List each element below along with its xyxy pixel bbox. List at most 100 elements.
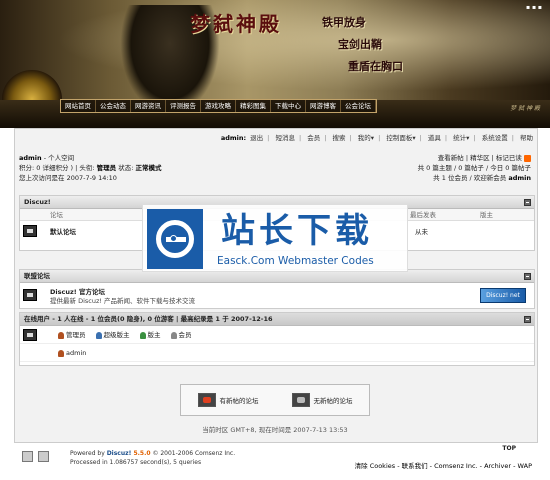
user-name[interactable]: admin bbox=[19, 154, 42, 162]
member-count: 共 1 位会员 / 欢迎新会员 bbox=[433, 174, 509, 182]
online-title[interactable]: 在线用户 - 1 人在线 - 1 位会员(0 隐身), 0 位游客 | 最高纪录… bbox=[24, 315, 273, 323]
slogan-1: 铁甲放身 bbox=[322, 16, 366, 29]
top-nav: 网站首页 公会动态 网游资讯 评测报告 游戏攻略 精彩图集 下载中心 网游博客 … bbox=[60, 99, 377, 113]
toolbar-logout[interactable]: 退出 bbox=[248, 134, 265, 142]
last-visit: 您上次访问是在 2007-7-9 14:10 bbox=[19, 174, 117, 182]
processed-info: Processed in 1.086757 second(s), 5 queri… bbox=[70, 459, 202, 466]
online-user-row: admin bbox=[20, 344, 534, 362]
col-last-post: 最后发表 bbox=[410, 211, 436, 219]
legend-member-label: 会员 bbox=[178, 331, 192, 339]
section-alliance: 联盟论坛 Discuz! 官方论坛 提供最新 Discuz! 产品新闻、软件下载… bbox=[19, 269, 535, 309]
legend-supermod-label: 超级版主 bbox=[103, 331, 130, 339]
toolbar-search[interactable]: 搜索 bbox=[331, 134, 348, 142]
nav-reviews[interactable]: 评测报告 bbox=[166, 100, 201, 112]
time-info: 当前时区 GMT+8, 现在时间是 2007-7-13 13:53 bbox=[202, 426, 348, 434]
user-admin-icon bbox=[58, 349, 64, 357]
watermark-subtitle: Easck.Com Webmaster Codes bbox=[217, 255, 374, 267]
toolbar-user: admin: bbox=[220, 134, 247, 142]
forum-icon bbox=[23, 225, 37, 237]
online-header: 在线用户 - 1 人在线 - 1 位会员(0 隐身), 0 位游客 | 最高纪录… bbox=[20, 313, 534, 326]
collapse-icon[interactable] bbox=[524, 316, 531, 323]
user-space-link[interactable]: - 个人空间 bbox=[44, 154, 74, 162]
watermark-title: 站长下载 bbox=[221, 211, 373, 251]
nav-forum[interactable]: 公会论坛 bbox=[341, 100, 376, 112]
banner-signature: 梦 弑 神 殿 bbox=[510, 105, 540, 112]
footer-icons bbox=[22, 451, 49, 462]
toolbar-mine[interactable]: 我的▾ bbox=[356, 134, 376, 142]
nav-gallery[interactable]: 精彩图集 bbox=[236, 100, 271, 112]
toolbar-settings[interactable]: 系统设置 bbox=[480, 134, 510, 142]
toolbar-members[interactable]: 会员 bbox=[305, 134, 322, 142]
legend-mod-label: 版主 bbox=[147, 331, 161, 339]
toolbar-control-panel[interactable]: 控制面板▾ bbox=[384, 134, 417, 142]
xhtml-badge-icon[interactable] bbox=[22, 451, 33, 462]
top-link[interactable]: TOP bbox=[502, 445, 516, 452]
section-online: 在线用户 - 1 人在线 - 1 位会员(0 隐身), 0 位游客 | 最高纪录… bbox=[19, 312, 535, 366]
alliance-desc: 提供最新 Discuz! 产品新闻、软件下载与技术交流 bbox=[50, 297, 196, 305]
copyright: © 2001-2006 Comsenz Inc. bbox=[150, 450, 236, 457]
slogan-3: 重盾在胸口 bbox=[348, 60, 403, 73]
section-title[interactable]: 联盟论坛 bbox=[24, 272, 50, 280]
toolbar-stats[interactable]: 统计▾ bbox=[451, 134, 471, 142]
forum-name[interactable]: 默认论坛 bbox=[50, 221, 76, 243]
banner-top-links[interactable]: ▪ ▪ ▪ bbox=[526, 4, 542, 11]
rss-icon[interactable] bbox=[524, 154, 531, 162]
no-posts-icon bbox=[291, 393, 310, 407]
slogan-2: 宝剑出鞘 bbox=[338, 38, 382, 51]
new-posts-icon bbox=[197, 393, 216, 407]
discuz-logo[interactable]: Discuz! net bbox=[480, 288, 526, 303]
brand-link[interactable]: Discuz! bbox=[107, 450, 132, 457]
new-member[interactable]: admin bbox=[508, 174, 531, 182]
toolbar-help[interactable]: 帮助 bbox=[518, 134, 535, 142]
user-info: admin - 个人空间 积分: 0 详细积分 ) | 头衔: 管理员 状态: … bbox=[19, 153, 161, 183]
legend-new-label: 有新帖的论坛 bbox=[219, 397, 259, 405]
collapse-icon[interactable] bbox=[524, 273, 531, 280]
collapse-icon[interactable] bbox=[524, 199, 531, 206]
toolbar-items[interactable]: 道具 bbox=[426, 134, 443, 142]
legend-none-label: 无新帖的论坛 bbox=[313, 397, 353, 405]
user-status-label: 状态: bbox=[116, 164, 136, 172]
powered-by: Powered by Discuz! 5.5.0 © 2001-2006 Com… bbox=[70, 449, 235, 467]
nav-home[interactable]: 网站首页 bbox=[61, 100, 96, 112]
forum-icon-legend: 有新帖的论坛 无新帖的论坛 bbox=[180, 384, 370, 416]
forum-last-post: 从未 bbox=[415, 228, 428, 236]
online-user[interactable]: admin bbox=[66, 349, 86, 357]
footer-links[interactable]: 清除 Cookies - 联系我们 - Comsenz Inc. - Archi… bbox=[355, 460, 532, 470]
nav-guild-news[interactable]: 公会动态 bbox=[96, 100, 131, 112]
shield-badge-icon[interactable] bbox=[38, 451, 49, 462]
section-title[interactable]: Discuz! bbox=[24, 198, 51, 206]
user-toolbar: admin: 退出 | 短消息 | 会员 | 搜索 | 我的▾ | 控制面板▾ | 道具 | … bbox=[220, 134, 535, 142]
user-credits: 积分: 0 详细积分 ) | 头衔: bbox=[19, 164, 97, 172]
version: 5.5.0 bbox=[131, 450, 151, 457]
post-counts: 共 0 篇主题 / 0 篇帖子 / 今日 0 篇帖子 bbox=[417, 164, 531, 172]
quick-links[interactable]: 查看新帖 | 精华区 | 标记已读 bbox=[438, 154, 522, 162]
legend-member: 会员 bbox=[170, 326, 192, 344]
watermark-overlay: 站长下载 Easck.Com Webmaster Codes bbox=[142, 204, 408, 272]
col-moderator: 版主 bbox=[480, 211, 493, 219]
footer: Powered by Discuz! 5.5.0 © 2001-2006 Com… bbox=[14, 442, 538, 472]
nav-game-news[interactable]: 网游资讯 bbox=[131, 100, 166, 112]
nav-downloads[interactable]: 下载中心 bbox=[271, 100, 306, 112]
legend-admin-label: 管理员 bbox=[66, 331, 86, 339]
mod-icon bbox=[139, 331, 146, 339]
site-title: 梦弑神殿 bbox=[190, 12, 282, 36]
supermod-icon bbox=[95, 331, 102, 339]
legend-no-posts: 无新帖的论坛 bbox=[291, 393, 353, 407]
nav-guides[interactable]: 游戏攻略 bbox=[201, 100, 236, 112]
col-forum: 论坛 bbox=[50, 211, 63, 219]
user-title: 管理员 bbox=[96, 164, 117, 172]
online-icon bbox=[23, 329, 37, 341]
alliance-row[interactable]: Discuz! 官方论坛 提供最新 Discuz! 产品新闻、软件下载与技术交流… bbox=[20, 283, 534, 309]
nav-blog[interactable]: 网游博客 bbox=[306, 100, 341, 112]
online-legend: 管理员 超级版主 版主 会员 bbox=[20, 326, 534, 344]
user-status: 正常模式 bbox=[135, 164, 162, 172]
admin-icon bbox=[58, 331, 64, 339]
member-icon bbox=[170, 331, 177, 339]
legend-admin: 管理员 bbox=[58, 326, 86, 344]
powered-label: Powered by bbox=[70, 450, 107, 457]
watermark-logo-icon bbox=[147, 209, 203, 269]
site-banner: 梦弑神殿 铁甲放身 宝剑出鞘 重盾在胸口 ▪ ▪ ▪ 梦 弑 神 殿 网站首页 … bbox=[0, 0, 550, 128]
forum-stats: 查看新帖 | 精华区 | 标记已读 共 0 篇主题 / 0 篇帖子 / 今日 0… bbox=[418, 153, 531, 183]
legend-mod: 版主 bbox=[139, 326, 161, 344]
toolbar-messages[interactable]: 短消息 bbox=[273, 134, 297, 142]
